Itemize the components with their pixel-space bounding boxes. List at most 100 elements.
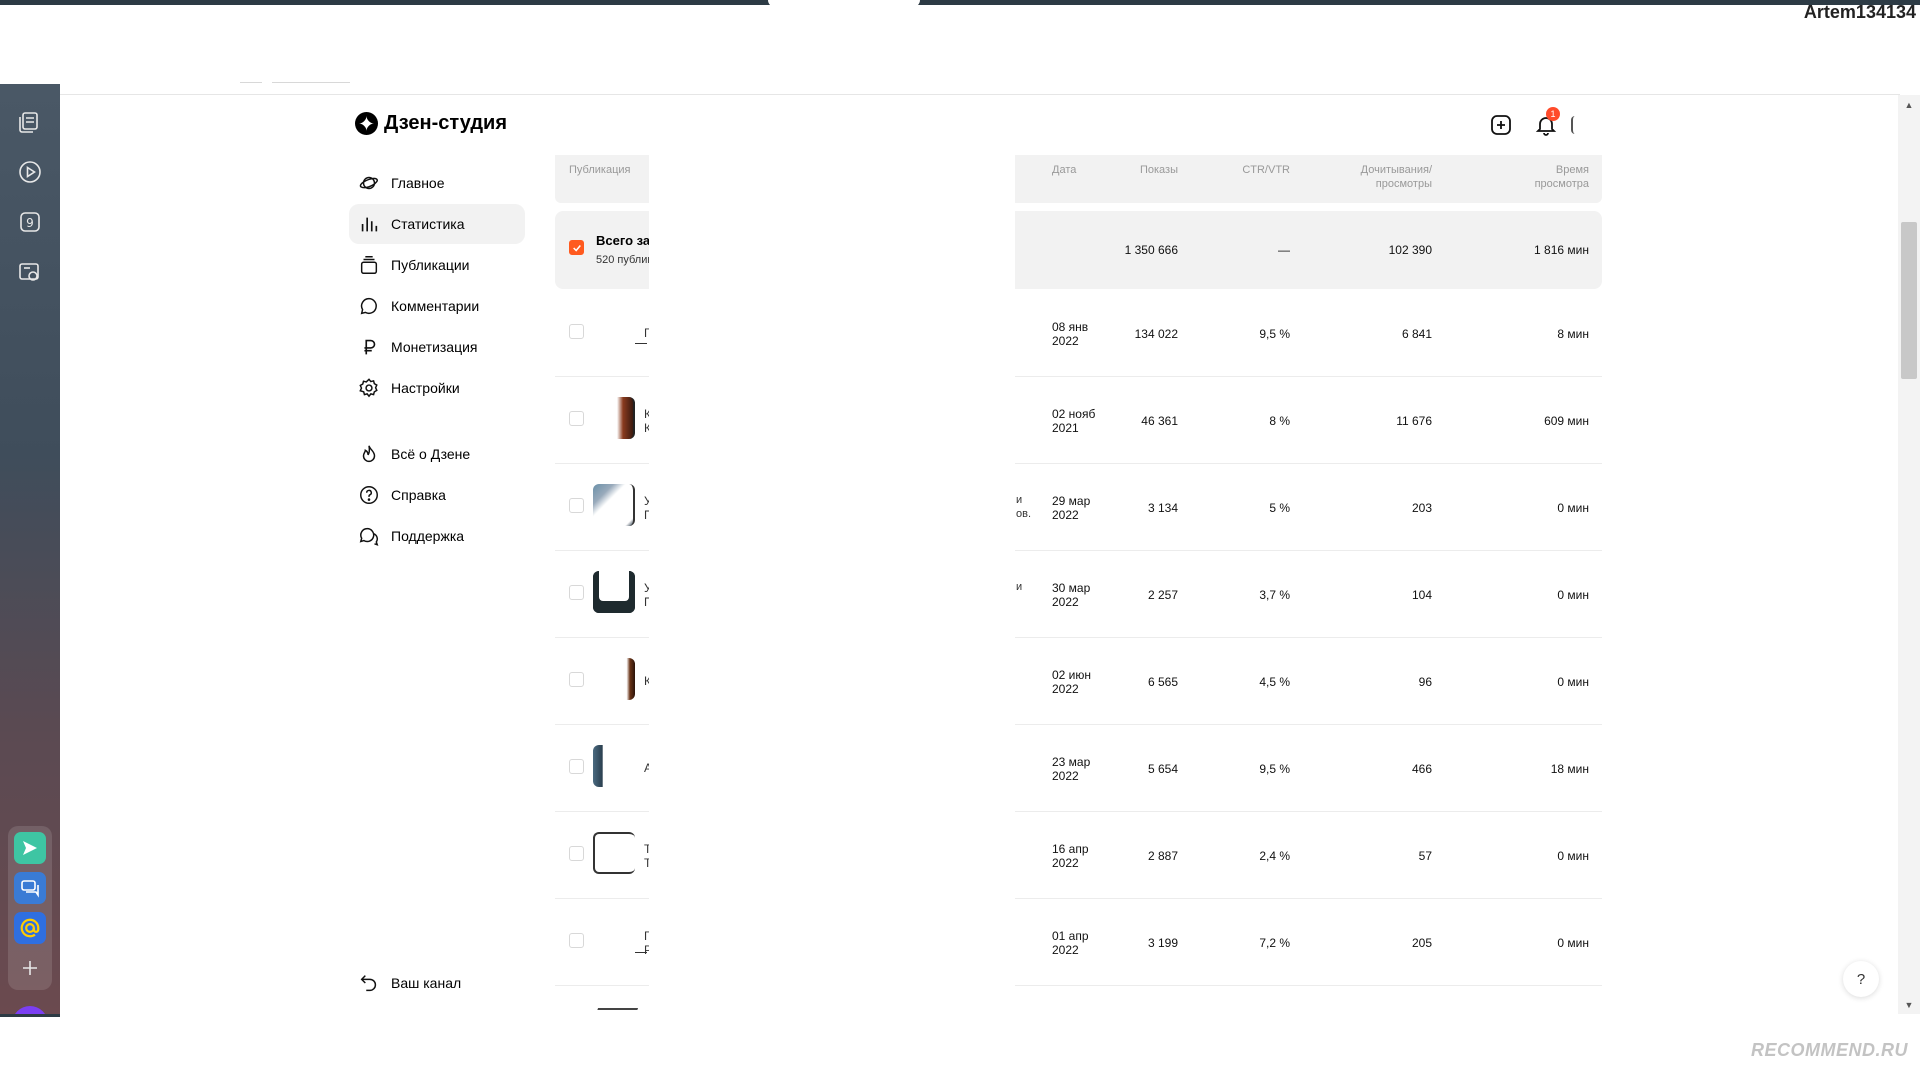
screenshot-icon[interactable] bbox=[14, 256, 46, 288]
column-header-ctr[interactable]: CTR/VTR bbox=[1185, 163, 1290, 177]
scroll-down-icon[interactable]: ▼ bbox=[1903, 1000, 1915, 1010]
impressions-value: 2 257 bbox=[1147, 588, 1178, 602]
row-checkbox[interactable] bbox=[569, 933, 584, 948]
stack-icon bbox=[357, 253, 381, 277]
publication-thumbnail[interactable] bbox=[593, 830, 647, 878]
your-channel-label: Ваш канал bbox=[391, 975, 462, 991]
header-divider bbox=[272, 82, 350, 83]
nav-item-help[interactable]: Справка bbox=[349, 475, 525, 515]
nav-item-label: Статистика bbox=[391, 216, 465, 232]
create-button[interactable] bbox=[1488, 112, 1514, 138]
ctr-value: 4,5 % bbox=[1259, 675, 1290, 689]
publication-thumbnail[interactable] bbox=[593, 482, 647, 530]
avatar[interactable] bbox=[1571, 116, 1575, 134]
comment-icon bbox=[357, 294, 381, 318]
dzen-logo-icon bbox=[355, 112, 378, 135]
reads-value: 205 bbox=[1411, 936, 1432, 950]
column-header-time-line1: Время bbox=[1555, 164, 1589, 176]
nav-item-publications[interactable]: Публикации bbox=[349, 245, 525, 285]
time-value: 0 мин bbox=[1557, 501, 1589, 515]
total-ctr: — bbox=[1278, 243, 1290, 257]
browser-sidebar: 9 ••• bbox=[0, 84, 60, 1080]
check-icon bbox=[572, 244, 581, 252]
column-header-impressions[interactable]: Показы bbox=[1075, 163, 1178, 177]
publication-thumbnail[interactable] bbox=[593, 395, 647, 443]
column-header-date[interactable]: Дата bbox=[1052, 163, 1076, 177]
total-impressions: 1 350 666 bbox=[1124, 243, 1178, 257]
row-checkbox[interactable] bbox=[569, 672, 584, 687]
impressions-value: 5 654 bbox=[1147, 762, 1178, 776]
add-icon[interactable] bbox=[14, 952, 46, 984]
sidebar-apps-group bbox=[8, 826, 52, 990]
nav-item-label: Комментарии bbox=[391, 298, 480, 314]
plus-square-icon bbox=[1491, 115, 1511, 135]
your-channel-link[interactable]: Ваш канал bbox=[349, 965, 461, 1001]
chat-bubbles-icon bbox=[357, 524, 381, 548]
scroll-up-icon[interactable]: ▲ bbox=[1903, 100, 1915, 110]
redaction-mask bbox=[649, 155, 1015, 1015]
nav-item-monetization[interactable]: Монетизация bbox=[349, 327, 525, 367]
column-header-reads-line2: просмотры bbox=[1375, 178, 1432, 190]
column-header-time[interactable]: Время просмотра bbox=[1475, 163, 1589, 191]
reads-value: 57 bbox=[1418, 849, 1432, 863]
row-checkbox[interactable] bbox=[569, 324, 584, 339]
time-value: 0 мин bbox=[1557, 588, 1589, 602]
counter-icon[interactable]: 9 bbox=[14, 206, 46, 238]
question-circle-icon bbox=[357, 483, 381, 507]
nav-item-statistics[interactable]: Статистика bbox=[349, 204, 525, 244]
nav-item-label: Монетизация bbox=[391, 339, 478, 355]
column-header-time-line2: просмотра bbox=[1534, 178, 1589, 190]
total-time: 1 816 мин bbox=[1534, 243, 1589, 257]
column-header-reads[interactable]: Дочитывания/ просмотры bbox=[1315, 163, 1432, 191]
header-divider bbox=[240, 82, 262, 83]
app-title: Дзен-студия bbox=[384, 112, 507, 134]
total-reads: 102 390 bbox=[1388, 243, 1432, 257]
nav-item-about-dzen[interactable]: Всё о Дзене bbox=[349, 434, 525, 474]
nav-item-support[interactable]: Поддержка bbox=[349, 516, 525, 556]
impressions-value: 134 022 bbox=[1134, 327, 1178, 341]
row-checkbox[interactable] bbox=[569, 759, 584, 774]
help-button[interactable]: ? bbox=[1843, 961, 1879, 997]
select-all-checkbox[interactable] bbox=[569, 240, 584, 255]
collections-icon[interactable] bbox=[14, 106, 46, 138]
row-checkbox[interactable] bbox=[569, 585, 584, 600]
chat-icon[interactable] bbox=[14, 872, 46, 904]
nav-item-label: Справка bbox=[391, 487, 446, 503]
ctr-value: 8 % bbox=[1269, 414, 1290, 428]
ruble-icon bbox=[357, 335, 381, 359]
ctr-value: 3,7 % bbox=[1259, 588, 1290, 602]
publication-title-fragment-right: и ов. bbox=[1016, 494, 1032, 520]
notification-badge: 1 bbox=[1546, 107, 1560, 121]
row-checkbox[interactable] bbox=[569, 846, 584, 861]
impressions-value: 46 361 bbox=[1141, 414, 1178, 428]
column-header-reads-line1: Дочитывания/ bbox=[1360, 164, 1432, 176]
app-logo[interactable]: Дзен-студия bbox=[355, 112, 507, 135]
column-header-publication[interactable]: Публикация bbox=[569, 163, 630, 177]
username-label: Artem134134 bbox=[1803, 2, 1916, 22]
publication-thumbnail[interactable] bbox=[593, 656, 647, 704]
impressions-value: 3 199 bbox=[1147, 936, 1178, 950]
play-icon[interactable] bbox=[14, 156, 46, 188]
publication-thumbnail[interactable] bbox=[593, 308, 647, 356]
reads-value: 96 bbox=[1418, 675, 1432, 689]
reads-value: 203 bbox=[1411, 501, 1432, 515]
time-value: 0 мин bbox=[1557, 849, 1589, 863]
publication-thumbnail[interactable] bbox=[593, 569, 647, 617]
ctr-value: 7,2 % bbox=[1259, 936, 1290, 950]
messenger-icon[interactable] bbox=[14, 832, 46, 864]
scrollbar-thumb[interactable] bbox=[1901, 222, 1917, 379]
mail-icon[interactable] bbox=[14, 912, 46, 944]
flame-icon bbox=[357, 442, 381, 466]
time-value: 0 мин bbox=[1557, 936, 1589, 950]
nav-item-settings[interactable]: Настройки bbox=[349, 368, 525, 408]
publication-thumbnail[interactable] bbox=[593, 917, 647, 965]
row-checkbox[interactable] bbox=[569, 411, 584, 426]
header-border bbox=[60, 94, 1900, 95]
reads-value: 466 bbox=[1411, 762, 1432, 776]
publication-thumbnail[interactable] bbox=[593, 743, 647, 791]
planet-icon bbox=[357, 171, 381, 195]
row-checkbox[interactable] bbox=[569, 498, 584, 513]
nav-item-label: Поддержка bbox=[391, 528, 465, 544]
nav-item-main[interactable]: Главное bbox=[349, 163, 525, 203]
nav-item-comments[interactable]: Комментарии bbox=[349, 286, 525, 326]
